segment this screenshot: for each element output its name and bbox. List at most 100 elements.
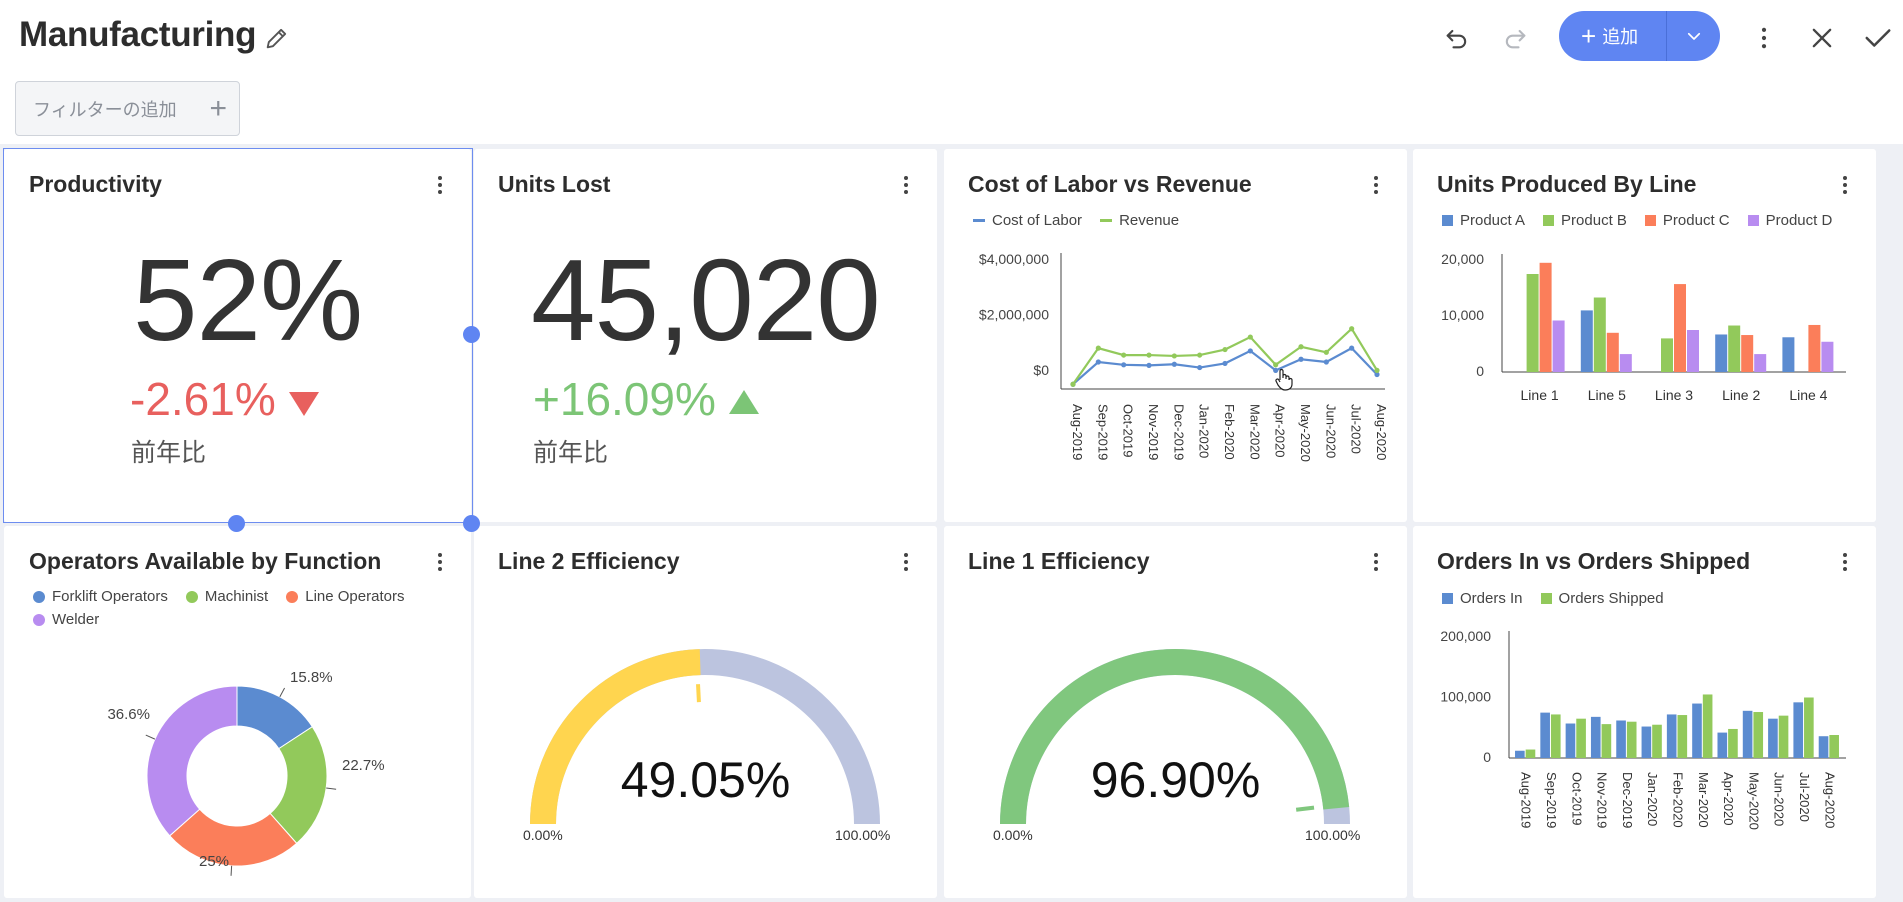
legend-item[interactable]: Orders Shipped (1540, 590, 1664, 607)
more-options-icon[interactable] (1748, 22, 1780, 54)
card-menu-icon[interactable] (899, 550, 913, 578)
units-lost-card[interactable]: Units Lost 45,020 +16.09% 前年比 (474, 149, 937, 522)
x-tick-label: Sep-2019 (1544, 772, 1559, 828)
bar (1753, 712, 1764, 758)
check-icon[interactable] (1862, 22, 1894, 54)
gauge-value: 49.05% (620, 752, 791, 808)
card-title: Line 1 Efficiency (968, 548, 1150, 574)
bar (1715, 334, 1728, 372)
bar (1702, 694, 1713, 758)
bar (1515, 750, 1525, 758)
legend-item[interactable]: Revenue (1100, 212, 1179, 229)
x-tick-label: Line 5 (1588, 387, 1626, 403)
card-menu-icon[interactable] (1838, 550, 1852, 578)
kpi-sub-label: 前年比 (533, 439, 609, 467)
close-icon[interactable] (1806, 22, 1838, 54)
legend-item[interactable]: Product B (1543, 212, 1627, 229)
add-main-button[interactable]: + 追加 (1559, 11, 1666, 61)
x-tick-label: Nov-2019 (1146, 404, 1161, 460)
resize-handle-corner[interactable] (463, 515, 480, 532)
redo-icon[interactable] (1499, 22, 1531, 54)
resize-handle-right[interactable] (463, 326, 480, 343)
units-produced-bar-chart[interactable]: 20,000 10,000 0 Line 1 Line 5 Line 3 Line 2 Lin… (1413, 229, 1876, 519)
bar (1782, 337, 1795, 372)
line2-gauge[interactable] (474, 588, 937, 898)
page-title: Manufacturing (19, 15, 257, 54)
data-point (1273, 362, 1279, 368)
series-line (1072, 327, 1378, 385)
resize-handle-bottom[interactable] (228, 515, 245, 532)
label-leader (326, 787, 337, 790)
legend-item[interactable]: Cost of Labor (973, 212, 1082, 229)
y-tick-label: 10,000 (1441, 307, 1484, 323)
x-tick-label: Dec-2019 (1620, 772, 1635, 828)
x-tick-label: Mar-2020 (1696, 772, 1711, 828)
data-point (1070, 381, 1076, 387)
bar (1526, 274, 1539, 372)
legend-item[interactable]: Product C (1644, 212, 1730, 229)
add-button[interactable]: + 追加 (1559, 11, 1720, 61)
gauge-min-label: 0.00% (993, 827, 1033, 843)
x-tick-label: May-2020 (1746, 772, 1761, 830)
cost-labor-line-chart[interactable]: $4,000,000 $2,000,000 $0 Aug-2019 Sep-2019 Oc… (944, 229, 1407, 529)
orders-card[interactable]: Orders In vs Orders Shipped Orders In Or… (1413, 526, 1876, 898)
triangle-up-icon (728, 389, 759, 414)
x-tick-label: Feb-2020 (1671, 772, 1686, 828)
legend-item[interactable]: Product A (1442, 212, 1525, 229)
x-tick-label: Jul-2020 (1349, 404, 1364, 454)
x-tick-label: Line 3 (1655, 387, 1693, 403)
card-title: Productivity (29, 171, 162, 197)
y-tick-label: 200,000 (1440, 628, 1491, 644)
bar (1717, 732, 1728, 758)
data-point (1222, 360, 1228, 367)
gauge-max-label: 100.00% (1305, 827, 1361, 843)
add-filter-button[interactable]: フィルターの追加 + (15, 81, 240, 136)
bar (1652, 724, 1662, 758)
units-produced-card[interactable]: Units Produced By Line Product A Product… (1413, 149, 1876, 522)
card-menu-icon[interactable] (899, 173, 913, 201)
pie-slice (146, 685, 238, 837)
bar (1580, 310, 1593, 372)
gauge-value: 96.90% (1090, 752, 1261, 808)
bar (1677, 715, 1688, 758)
card-menu-icon[interactable] (1838, 173, 1852, 201)
legend-item[interactable]: Welder (33, 611, 99, 628)
card-menu-icon[interactable] (433, 550, 447, 578)
bar (1754, 354, 1767, 372)
add-dropdown-button[interactable] (1667, 11, 1720, 61)
bar (1804, 697, 1814, 758)
legend-item[interactable]: Machinist (185, 588, 268, 605)
card-menu-icon[interactable] (433, 173, 447, 201)
legend-item[interactable]: Product D (1747, 212, 1832, 229)
label-leader (230, 865, 233, 876)
bar (1728, 728, 1738, 758)
operators-card[interactable]: Operators Available by Function Forklift… (4, 526, 471, 898)
legend-item[interactable]: Forklift Operators (33, 588, 168, 605)
kpi-delta-value: +16.09% (533, 373, 716, 425)
kpi-delta: +16.09% (533, 372, 761, 426)
line1-efficiency-card[interactable]: Line 1 Efficiency 96.90% 0.00% 100.00% (944, 526, 1407, 898)
operators-donut-chart[interactable]: 15.8% 22.7% 25% 36.6% (4, 628, 471, 898)
orders-bar-chart[interactable]: 200,000 100,000 0 Aug-2019 Sep-2019 Oct-2019 N… (1413, 608, 1876, 898)
bar (1641, 726, 1652, 758)
data-point (1146, 352, 1152, 358)
cost-labor-revenue-card[interactable]: Cost of Labor vs Revenue Cost of Labor R… (944, 149, 1407, 522)
productivity-card[interactable]: Productivity 52% -2.61% 前年比 (4, 149, 471, 522)
line1-gauge[interactable] (944, 588, 1407, 898)
gauge-min-label: 0.00% (523, 827, 563, 843)
pencil-icon[interactable] (263, 24, 291, 52)
legend-item[interactable]: Line Operators (286, 588, 404, 605)
bar (1742, 710, 1753, 758)
x-tick-label: Line 1 (1521, 387, 1559, 403)
bar (1552, 320, 1565, 372)
bar (1539, 262, 1552, 372)
legend-item[interactable]: Orders In (1442, 590, 1523, 607)
x-tick-label: Jun-2020 (1772, 772, 1787, 826)
card-menu-icon[interactable] (1369, 173, 1383, 201)
y-tick-label: 0 (1483, 749, 1491, 765)
y-tick-label: $0 (1033, 362, 1049, 378)
undo-icon[interactable] (1441, 22, 1473, 54)
line2-efficiency-card[interactable]: Line 2 Efficiency 49.05% 0.00% 100.00% (474, 526, 937, 898)
card-menu-icon[interactable] (1369, 550, 1383, 578)
slice-label: 25% (199, 853, 229, 870)
